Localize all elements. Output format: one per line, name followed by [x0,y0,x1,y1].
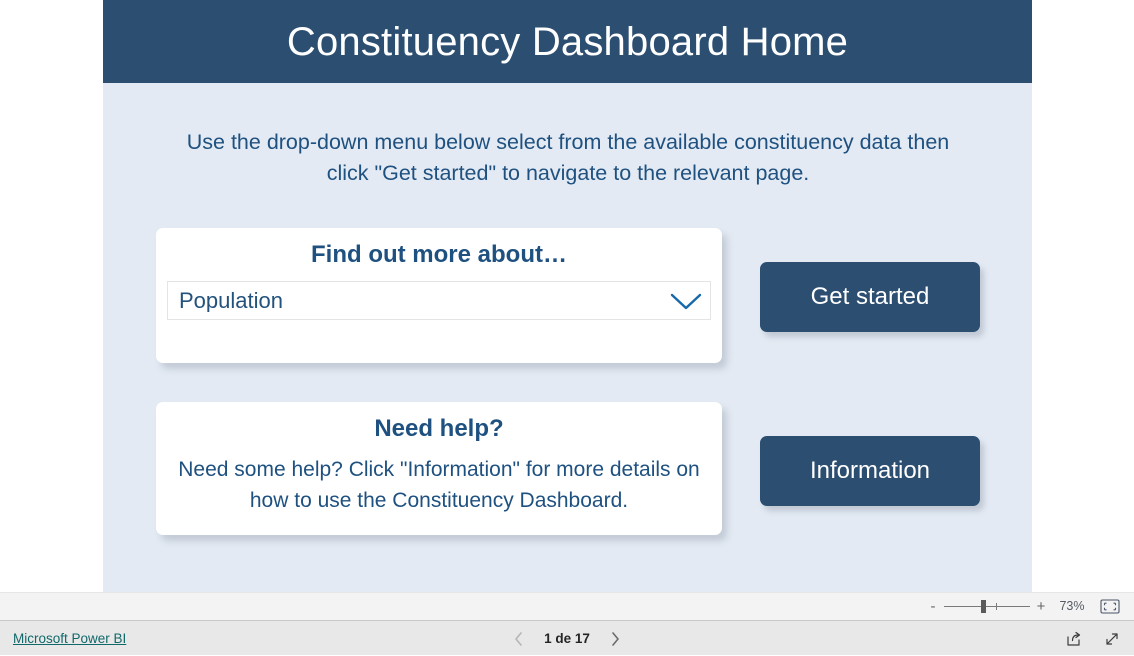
chevron-right-icon[interactable] [602,626,628,652]
microsoft-power-bi-link[interactable]: Microsoft Power BI [13,631,126,646]
zoom-slider[interactable] [944,599,1030,615]
page-indicator: 1 de 17 [544,631,590,646]
report-header-band: Constituency Dashboard Home [103,0,1032,83]
report-page: Constituency Dashboard Home Use the drop… [103,0,1032,592]
constituency-data-dropdown[interactable]: Population [167,281,711,320]
zoom-slider-thumb[interactable] [981,599,986,613]
status-bar: Microsoft Power BI 1 de 17 [0,620,1134,655]
page-title: Constituency Dashboard Home [286,19,849,64]
fullscreen-icon[interactable] [1102,629,1122,649]
zoom-controls: - + 73% [925,593,1134,621]
find-out-more-card: Find out more about… Population [156,228,722,363]
status-bar-actions [1064,621,1122,656]
intro-instructions: Use the drop-down menu below select from… [186,130,950,185]
get-started-button[interactable]: Get started [760,262,980,332]
need-help-card-body: Need some help? Click "Information" for … [178,458,700,512]
fit-to-page-icon[interactable] [1099,599,1121,615]
report-canvas: Constituency Dashboard Home Use the drop… [0,0,1134,592]
zoom-toolbar: - + 73% [0,592,1134,620]
chevron-left-icon[interactable] [506,626,532,652]
need-help-card-title: Need help? [374,415,504,442]
find-out-more-card-title: Find out more about… [311,241,567,268]
dropdown-selected-value: Population [179,289,283,312]
information-button[interactable]: Information [760,436,980,506]
zoom-level-label: 73% [1059,599,1085,614]
zoom-in-button[interactable]: + [1033,599,1049,614]
zoom-out-button[interactable]: - [925,599,941,614]
powerbi-report-viewer: Constituency Dashboard Home Use the drop… [0,0,1134,655]
need-help-card: Need help? Need some help? Click "Inform… [156,402,722,535]
zoom-slider-tick [996,602,997,610]
chevron-down-icon[interactable] [662,290,710,312]
page-navigation: 1 de 17 [0,621,1134,656]
share-icon[interactable] [1064,629,1084,649]
zoom-slider-track [944,605,1030,607]
